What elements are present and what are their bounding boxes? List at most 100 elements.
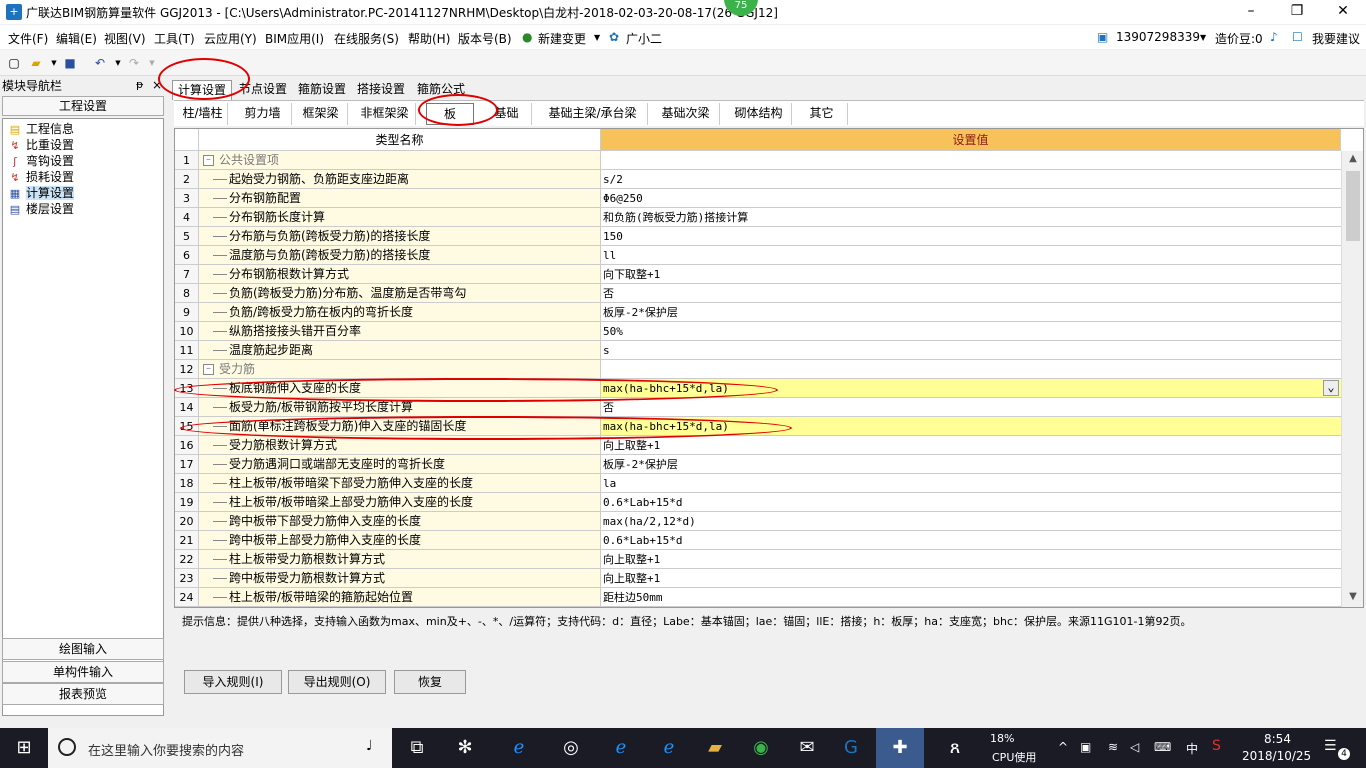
menu-edit[interactable]: 编辑(E)	[56, 30, 97, 47]
tree-item-density[interactable]: ↯ 比重设置	[7, 137, 74, 153]
menu-help[interactable]: 帮助(H)	[408, 30, 450, 47]
subtab-frame-beam[interactable]: 框架梁	[294, 103, 348, 125]
table-row[interactable]: 1– 公共设置项	[175, 151, 1341, 170]
clock-date[interactable]: 2018/10/25	[1242, 749, 1311, 763]
subtab-shear-wall[interactable]: 剪力墙	[234, 103, 292, 125]
setting-value[interactable]: 板厚-2*保护层	[601, 455, 1341, 474]
notification-icon[interactable]: ☰	[1324, 738, 1337, 754]
setting-value[interactable]: max(ha/2,12*d)	[601, 512, 1341, 531]
collapse-icon[interactable]: –	[203, 155, 214, 166]
setting-value[interactable]: Φ6@250	[601, 189, 1341, 208]
setting-value[interactable]: s/2	[601, 170, 1341, 189]
pin-icon[interactable]: ᵽ	[136, 78, 143, 91]
menu-cloud[interactable]: 云应用(Y)	[204, 30, 257, 47]
table-row[interactable]: 20 跨中板带下部受力筋伸入支座的长度 max(ha/2,12*d)	[175, 512, 1341, 531]
menu-assistant[interactable]: 广小二	[626, 30, 662, 47]
close-button[interactable]: ✕	[1320, 0, 1366, 24]
open-dropdown-icon[interactable]: ▼	[46, 55, 62, 71]
network-icon[interactable]: ≋	[1108, 740, 1118, 754]
tree-item-loss[interactable]: ↯ 损耗设置	[7, 169, 74, 185]
section-project-settings[interactable]: 工程设置	[2, 96, 164, 116]
sogou-icon[interactable]: S	[1212, 738, 1221, 754]
menu-view[interactable]: 视图(V)	[104, 30, 146, 47]
ie-icon-2[interactable]: ℯ	[654, 734, 684, 762]
undo-dropdown-icon[interactable]: ▼	[110, 55, 126, 71]
setting-value[interactable]: 向上取整+1	[601, 569, 1341, 588]
vertical-scrollbar[interactable]: ▲ ▼	[1341, 151, 1363, 607]
subtab-foundation-main-beam[interactable]: 基础主梁/承台梁	[538, 103, 648, 125]
menu-file[interactable]: 文件(F)	[8, 30, 48, 47]
tray-up-arrow-icon[interactable]: ^	[1058, 740, 1068, 754]
scroll-up-icon[interactable]: ▲	[1342, 151, 1363, 167]
subtab-column[interactable]: 柱/墙柱	[178, 103, 228, 125]
people-icon[interactable]: ጸ	[940, 734, 970, 762]
keyboard-icon[interactable]: ⌨	[1154, 740, 1171, 754]
table-row[interactable]: 19 柱上板带/板带暗梁上部受力筋伸入支座的长度 0.6*Lab+15*d	[175, 493, 1341, 512]
glodon-g-icon[interactable]: G	[836, 734, 866, 762]
save-icon[interactable]: ■	[62, 55, 78, 71]
setting-value[interactable]: 向上取整+1	[601, 550, 1341, 569]
subtab-masonry[interactable]: 砌体结构	[726, 103, 792, 125]
table-row[interactable]: 2 起始受力钢筋、负筋距支座边距离 s/2	[175, 170, 1341, 189]
subtab-nonframe-beam[interactable]: 非框架梁	[354, 103, 416, 125]
windows-start-icon[interactable]: ⊞	[0, 728, 48, 768]
setting-value[interactable]: 否	[601, 284, 1341, 303]
subtab-foundation-secondary-beam[interactable]: 基础次梁	[652, 103, 720, 125]
tree-item-floor[interactable]: ▤ 楼层设置	[7, 201, 74, 217]
setting-value[interactable]: 50%	[601, 322, 1341, 341]
file-explorer-icon[interactable]: ▰	[700, 734, 730, 762]
table-row[interactable]: 3 分布钢筋配置 Φ6@250	[175, 189, 1341, 208]
chat-app-icon[interactable]: ◎	[556, 734, 586, 762]
tab-stirrup-settings[interactable]: 箍筋设置	[294, 80, 350, 100]
suggest-link[interactable]: 我要建议	[1312, 30, 1360, 47]
setting-value[interactable]: s	[601, 341, 1341, 360]
setting-value[interactable]: 板厚-2*保护层	[601, 303, 1341, 322]
redo-icon[interactable]: ↷	[126, 55, 142, 71]
setting-value[interactable]: 0.6*Lab+15*d	[601, 531, 1341, 550]
menu-new-change[interactable]: 新建变更	[538, 30, 586, 47]
setting-value[interactable]: 向下取整+1	[601, 265, 1341, 284]
tree-item-project-info[interactable]: ▤ 工程信息	[7, 121, 74, 137]
table-row[interactable]: 6 温度筋与负筋(跨板受力筋)的搭接长度 ll	[175, 246, 1341, 265]
export-rules-button[interactable]: 导出规则(O)	[288, 670, 386, 694]
table-row[interactable]: 7 分布钢筋根数计算方式 向下取整+1	[175, 265, 1341, 284]
table-row[interactable]: 21 跨中板带上部受力筋伸入支座的长度 0.6*Lab+15*d	[175, 531, 1341, 550]
report-preview-button[interactable]: 报表预览	[2, 683, 164, 705]
ime-indicator[interactable]: 中	[1186, 740, 1198, 757]
drawing-input-button[interactable]: 绘图输入	[2, 638, 164, 660]
table-row[interactable]: 16 受力筋根数计算方式 向上取整+1	[175, 436, 1341, 455]
user-dropdown-icon[interactable]: ▼	[1200, 33, 1206, 42]
table-row[interactable]: 8 负筋(跨板受力筋)分布筋、温度筋是否带弯勾 否	[175, 284, 1341, 303]
volume-icon[interactable]: ◁	[1130, 740, 1139, 754]
setting-value[interactable]	[601, 360, 1341, 379]
setting-value[interactable]: ll	[601, 246, 1341, 265]
table-row[interactable]: 18 柱上板带/板带暗梁下部受力筋伸入支座的长度 la	[175, 474, 1341, 493]
restore-button[interactable]: ❐	[1274, 0, 1320, 24]
active-app-slot[interactable]: ✚	[876, 728, 924, 768]
scroll-thumb[interactable]	[1346, 171, 1360, 241]
table-row[interactable]: 12– 受力筋	[175, 360, 1341, 379]
tab-lap-settings[interactable]: 搭接设置	[354, 80, 408, 100]
table-row[interactable]: 22 柱上板带受力筋根数计算方式 向上取整+1	[175, 550, 1341, 569]
mail-icon[interactable]: ✉	[792, 734, 822, 762]
browser-360-icon[interactable]: ◉	[746, 734, 776, 762]
edge-icon[interactable]: ℯ	[606, 734, 636, 762]
table-row[interactable]: 24 柱上板带/板带暗梁的箍筋起始位置 距柱边50mm	[175, 588, 1341, 607]
setting-value[interactable]: 150	[601, 227, 1341, 246]
tree-item-hook[interactable]: ʃ 弯钩设置	[7, 153, 74, 169]
open-folder-icon[interactable]: ▰	[28, 55, 44, 71]
setting-value[interactable]: 向上取整+1	[601, 436, 1341, 455]
setting-value[interactable]: 和负筋(跨板受力筋)搭接计算	[601, 208, 1341, 227]
setting-value[interactable]: 否	[601, 398, 1341, 417]
microphone-icon[interactable]: ♩	[366, 738, 373, 754]
table-row[interactable]: 17 受力筋遇洞口或端部无支座时的弯折长度 板厚-2*保护层	[175, 455, 1341, 474]
menu-bim[interactable]: BIM应用(I)	[265, 30, 324, 47]
setting-value[interactable]	[601, 151, 1341, 170]
single-input-button[interactable]: 单构件输入	[2, 661, 164, 683]
minimize-button[interactable]: –	[1228, 0, 1274, 24]
table-row[interactable]: 9 负筋/跨板受力筋在板内的弯折长度 板厚-2*保护层	[175, 303, 1341, 322]
clock-time[interactable]: 8:54	[1264, 732, 1291, 746]
tree-item-calc[interactable]: ▦ 计算设置	[7, 185, 75, 201]
chevron-down-icon[interactable]: ▼	[594, 33, 600, 42]
scroll-down-icon[interactable]: ▼	[1342, 589, 1363, 605]
